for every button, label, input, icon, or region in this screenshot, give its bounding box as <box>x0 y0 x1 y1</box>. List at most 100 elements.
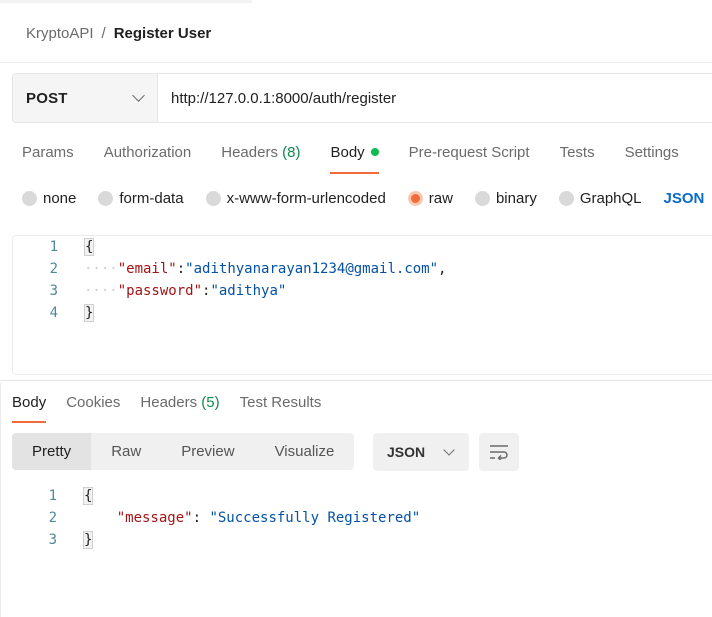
line-number: 1 <box>48 488 57 504</box>
json-value-email: "adithyanarayan1234@gmail.com" <box>185 261 439 277</box>
radio-urlencoded[interactable]: x-www-form-urlencoded <box>205 189 386 207</box>
tab-settings[interactable]: Settings <box>625 140 679 174</box>
comma: , <box>438 261 447 277</box>
line-number: 2 <box>49 261 58 277</box>
response-headers-count-badge: (5) <box>201 394 220 411</box>
view-mode-selector: Pretty Raw Preview Visualize <box>12 433 355 470</box>
json-value-password: "adithya" <box>210 283 287 299</box>
code-line: 3 } <box>12 529 94 551</box>
radio-unchecked-icon <box>98 190 114 206</box>
tab-headers-label: Headers <box>221 144 278 161</box>
json-key-email: "email" <box>117 261 177 277</box>
header-divider <box>0 62 712 63</box>
code-text: ····"email":"adithyanarayan1234@gmail.co… <box>84 258 446 280</box>
tab-body[interactable]: Body <box>330 140 379 174</box>
pane-splitter[interactable] <box>0 380 712 381</box>
json-key-password: "password" <box>117 283 203 299</box>
request-body-editor[interactable]: 1 { 2 ····"email":"adithyanarayan1234@gm… <box>12 235 712 375</box>
chevron-down-icon <box>132 89 145 102</box>
radio-graphql-label: GraphQL <box>579 189 642 207</box>
response-body-viewer[interactable]: 1 { 2 "message": "Successfully Registere… <box>12 485 712 555</box>
tab-authorization-label: Authorization <box>103 144 192 161</box>
tab-pre-request-script-label: Pre-request Script <box>408 144 530 161</box>
close-brace: } <box>84 304 95 322</box>
body-type-options: none form-data x-www-form-urlencoded raw… <box>22 186 704 210</box>
code-line: 3 ····"password":"adithya" <box>13 280 287 302</box>
code-text: { <box>83 485 94 507</box>
tab-params[interactable]: Params <box>22 140 74 174</box>
request-tabs: Params Authorization Headers (8) Body Pr… <box>22 140 709 174</box>
response-format-select[interactable]: JSON <box>373 433 469 471</box>
radio-raw[interactable]: raw <box>407 189 453 207</box>
json-key-message: "message" <box>116 510 193 526</box>
response-tab-headers[interactable]: Headers (5) <box>140 390 219 423</box>
line-number: 4 <box>49 305 58 321</box>
tab-body-label: Body <box>330 144 365 161</box>
code-line: 1 { <box>12 485 94 507</box>
wrap-lines-icon <box>490 445 508 460</box>
radio-unchecked-icon <box>205 190 221 206</box>
headers-count-badge: (8) <box>282 144 301 161</box>
colon: : <box>192 510 210 526</box>
indent-guide: ···· <box>84 283 118 299</box>
tab-strip <box>0 0 252 3</box>
raw-format-select[interactable]: JSON <box>664 190 705 207</box>
open-brace: { <box>83 487 94 505</box>
tab-tests[interactable]: Tests <box>560 140 595 174</box>
wrap-lines-button[interactable] <box>479 433 519 471</box>
colon: : <box>176 261 186 277</box>
radio-graphql[interactable]: GraphQL <box>558 189 642 207</box>
response-tab-headers-label: Headers <box>140 394 198 411</box>
breadcrumb-separator: / <box>101 24 106 42</box>
tab-tests-label: Tests <box>559 144 595 161</box>
code-text: ····"password":"adithya" <box>84 280 286 302</box>
radio-binary[interactable]: binary <box>474 190 537 207</box>
radio-raw-label: raw <box>428 189 453 207</box>
radio-unchecked-icon <box>474 190 490 206</box>
response-tab-body[interactable]: Body <box>12 390 47 423</box>
tab-headers[interactable]: Headers (8) <box>221 140 300 174</box>
code-line: 1 { <box>13 236 95 258</box>
code-line: 4 } <box>13 302 95 324</box>
line-number: 1 <box>49 239 58 255</box>
chevron-down-icon <box>443 443 455 456</box>
close-brace: } <box>83 531 94 549</box>
view-pretty[interactable]: Pretty <box>12 433 92 470</box>
radio-form-data-label: form-data <box>119 189 184 207</box>
code-text: } <box>83 529 94 551</box>
breadcrumb: KryptoAPI / Register User <box>26 22 211 44</box>
radio-none-label: none <box>43 189 77 207</box>
radio-unchecked-icon <box>22 190 37 206</box>
response-format-label: JSON <box>387 444 426 460</box>
tab-settings-label: Settings <box>624 144 679 161</box>
code-line: 2 ····"email":"adithyanarayan1234@gmail.… <box>13 258 447 280</box>
pane-border <box>0 383 1 617</box>
view-visualize[interactable]: Visualize <box>255 433 355 470</box>
method-select[interactable]: POST <box>13 74 158 122</box>
line-number: 3 <box>49 283 58 299</box>
radio-urlencoded-label: x-www-form-urlencoded <box>226 189 386 207</box>
json-value-message: "Successfully Registered" <box>209 510 421 526</box>
code-text: } <box>84 302 95 324</box>
response-tab-cookies[interactable]: Cookies <box>66 390 120 423</box>
request-bar: POST http://127.0.0.1:8000/auth/register <box>12 73 712 123</box>
indent-guide: ···· <box>84 261 118 277</box>
tab-authorization[interactable]: Authorization <box>104 140 192 174</box>
response-tab-test-results[interactable]: Test Results <box>240 390 322 423</box>
url-input[interactable]: http://127.0.0.1:8000/auth/register <box>158 74 712 122</box>
body-indicator-dot-icon <box>370 148 379 156</box>
tab-params-label: Params <box>22 144 74 161</box>
view-preview[interactable]: Preview <box>161 433 254 470</box>
method-label: POST <box>26 89 68 107</box>
tab-pre-request-script[interactable]: Pre-request Script <box>409 140 530 174</box>
line-number: 2 <box>48 510 57 526</box>
breadcrumb-collection[interactable]: KryptoAPI <box>26 25 94 42</box>
line-number: 3 <box>48 532 57 548</box>
request-title[interactable]: Register User <box>114 25 212 42</box>
radio-none[interactable]: none <box>22 190 76 207</box>
code-text: "message": "Successfully Registered" <box>83 507 420 529</box>
view-raw[interactable]: Raw <box>91 433 161 470</box>
open-brace: { <box>84 238 95 256</box>
radio-form-data[interactable]: form-data <box>98 189 184 207</box>
